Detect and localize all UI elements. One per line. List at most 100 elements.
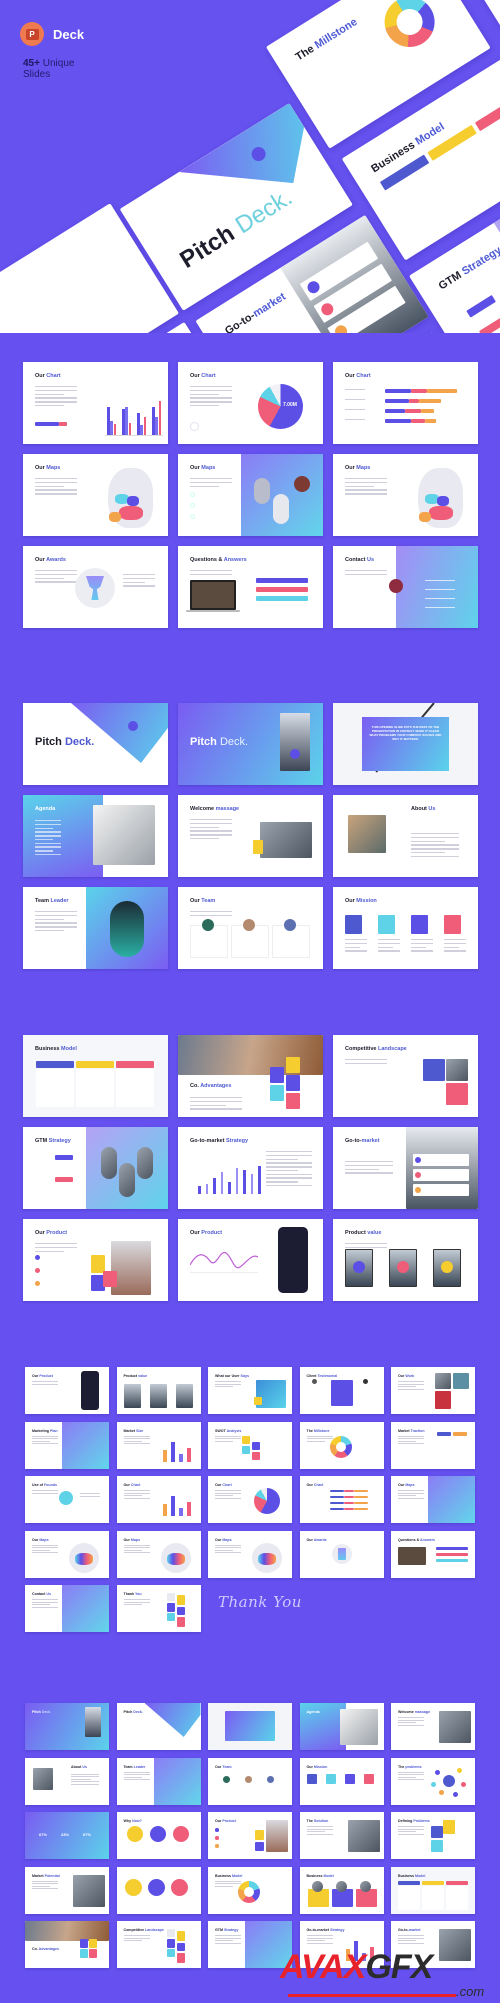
slide-thumbnail[interactable]: Our Chart — [116, 1476, 201, 1523]
row-label — [345, 409, 365, 411]
slide-thumbnail[interactable]: Our Team — [208, 1757, 292, 1805]
feature-bullet — [35, 1281, 40, 1286]
slide-thumbnail[interactable]: Competitive Landscape — [333, 1035, 478, 1117]
slide-thumbnail[interactable]: Use of Founds — [25, 1476, 109, 1523]
slide-thumbnail[interactable]: Our Maps — [208, 1530, 292, 1578]
slide-thumbnail[interactable]: Pitch Deck. — [23, 703, 168, 785]
slide-title-main: Welcome — [398, 1710, 414, 1714]
slide-thumbnail[interactable]: Client Testimonial — [299, 1367, 384, 1414]
slide-thumbnail[interactable]: Pitch Deck. — [116, 1703, 201, 1750]
slide-thumbnail[interactable]: Team Leader — [116, 1757, 201, 1805]
fund-circle — [59, 1491, 73, 1505]
slide-title-main: Our — [190, 373, 200, 379]
slide-thumbnail[interactable]: Co. Advantages — [178, 1035, 323, 1117]
text-line — [71, 1776, 99, 1778]
slide-thumbnail[interactable]: THIS OPENING SLIDE PUTS THE REST OF THE … — [333, 703, 478, 785]
slide-thumbnail[interactable]: Our Mission — [299, 1757, 384, 1805]
text-line — [123, 1497, 150, 1499]
slide-thumbnail[interactable]: The Millstone — [299, 1421, 384, 1469]
slide-thumbnail[interactable]: Our Product — [25, 1367, 109, 1414]
landscape-tile — [446, 1083, 468, 1105]
slide-thumbnail[interactable]: Agenda — [299, 1703, 384, 1750]
slide-thumbnail[interactable]: Market Size — [116, 1421, 201, 1469]
slide-thumbnail[interactable]: Questions & Answers — [391, 1530, 475, 1578]
logo-mark — [290, 749, 300, 759]
slide-thumbnail[interactable]: Our Maps — [333, 454, 478, 536]
slide-thumbnail[interactable]: Our Chart — [208, 1476, 292, 1523]
text-line — [398, 1828, 424, 1830]
slide-thumbnail[interactable]: Pitch Deck. — [25, 1703, 109, 1750]
slide-thumbnail[interactable]: Team Leader — [23, 887, 168, 969]
slide-thumbnail[interactable]: Business Model — [391, 1866, 475, 1914]
stacked-bar-segment — [411, 419, 425, 423]
slide-title-accent: value — [365, 1230, 382, 1236]
slide-title-accent: massage — [413, 1710, 431, 1714]
slide-thumbnail[interactable]: About Us — [333, 795, 478, 877]
stacked-bar-segment — [385, 419, 411, 423]
slide-thumbnail[interactable]: 67% 23% 67% — [25, 1812, 109, 1859]
body-text-lines — [32, 1599, 58, 1609]
slide-thumbnail[interactable]: Competitive Landscape — [116, 1921, 201, 1968]
slide-thumbnail[interactable]: Our Work — [391, 1367, 475, 1414]
slide-thumbnail[interactable]: Marketing Plan — [25, 1421, 109, 1469]
slide-thumbnail[interactable]: Questions & Answers — [178, 546, 323, 628]
slide-thumbnail[interactable] — [208, 1703, 292, 1750]
slide-title: Our Maps — [345, 465, 370, 471]
text-line — [71, 1773, 99, 1775]
slide-thumbnail[interactable]: Contact Us — [333, 546, 478, 628]
slide-thumbnail[interactable]: Agenda — [23, 795, 168, 877]
slide-thumbnail[interactable]: Our Chart — [299, 1476, 384, 1523]
slide-thumbnail[interactable]: Market Traction — [391, 1421, 475, 1469]
mission-box — [378, 915, 395, 934]
slide-thumbnail[interactable]: Business Model — [23, 1035, 168, 1117]
table-col — [446, 1885, 468, 1910]
slide-thumbnail[interactable]: Welcome massage — [178, 795, 323, 877]
chart-bar — [158, 401, 162, 435]
slide-thumbnail[interactable]: Our Awards — [23, 546, 168, 628]
slide-thumbnail[interactable]: GTM Strategy — [23, 1127, 168, 1209]
slide-thumbnail[interactable]: Our Maps — [23, 454, 168, 536]
slide-thumbnail[interactable]: Our Product — [23, 1219, 168, 1301]
slide-thumbnail[interactable]: Our Maps — [25, 1530, 109, 1578]
slide-thumbnail[interactable]: About Us — [25, 1757, 109, 1805]
slide-thumbnail[interactable]: Pitch Deck. — [178, 703, 323, 785]
text-line — [398, 1492, 424, 1494]
slide-thumbnail[interactable]: Defining Problems — [391, 1812, 475, 1859]
slide-thumbnail[interactable]: Our Chart — [333, 362, 478, 444]
slide-thumbnail[interactable]: The problems — [391, 1757, 475, 1805]
slide-thumbnail[interactable]: Our Team — [178, 887, 323, 969]
slide-thumbnail[interactable]: Product value — [116, 1367, 201, 1414]
slide-thumbnail[interactable] — [116, 1866, 201, 1914]
slide-thumbnail[interactable]: Contact Us — [25, 1585, 109, 1632]
slide-thumbnail[interactable]: The Solution — [299, 1812, 384, 1859]
slide-thumbnail[interactable]: Our Maps — [178, 454, 323, 536]
slide-thumbnail[interactable]: Go-to-market — [333, 1127, 478, 1209]
slide-thumbnail[interactable]: What our User Says — [208, 1367, 292, 1414]
slide-thumbnail[interactable]: Market Potential — [25, 1866, 109, 1914]
slide-thumbnail[interactable]: Thank You — [116, 1585, 201, 1632]
slide-title-accent: Deck. — [40, 1710, 51, 1714]
slide-thumbnail[interactable]: Go-to-market Strategy — [178, 1127, 323, 1209]
chart-bar — [213, 1178, 216, 1194]
slide-thumbnail[interactable]: Our Product — [178, 1219, 323, 1301]
slide-thumbnail[interactable]: Our Awards — [299, 1530, 384, 1578]
slide-thumbnail[interactable]: Co. Advantages — [25, 1921, 109, 1968]
slide-thumbnail[interactable]: Why Now? — [116, 1812, 201, 1859]
text-line — [123, 1552, 150, 1554]
text-line — [398, 1940, 417, 1942]
text-line — [32, 1883, 58, 1885]
slide-thumbnail[interactable]: Product value — [333, 1219, 478, 1301]
slide-thumbnail[interactable]: Business Model — [299, 1866, 384, 1914]
slide-thumbnail[interactable]: Our Maps — [391, 1476, 475, 1523]
slide-thumbnail[interactable]: Our Product — [208, 1812, 292, 1859]
slide-thumbnail[interactable]: SWOT Analysis — [208, 1421, 292, 1469]
slide-title: Pitch Deck. — [190, 736, 248, 748]
slide-thumbnail[interactable]: Our Chart — [23, 362, 168, 444]
list-icon — [415, 1157, 421, 1163]
slide-thumbnail[interactable]: 7.00M Our Chart — [178, 362, 323, 444]
slide-thumbnail[interactable]: Our Mission — [333, 887, 478, 969]
slide-thumbnail[interactable]: Welcome massage — [391, 1703, 475, 1750]
slide-title: Our Team — [215, 1765, 232, 1769]
slide-thumbnail[interactable]: Business Model — [208, 1866, 292, 1914]
slide-thumbnail[interactable]: Our Maps — [116, 1530, 201, 1578]
